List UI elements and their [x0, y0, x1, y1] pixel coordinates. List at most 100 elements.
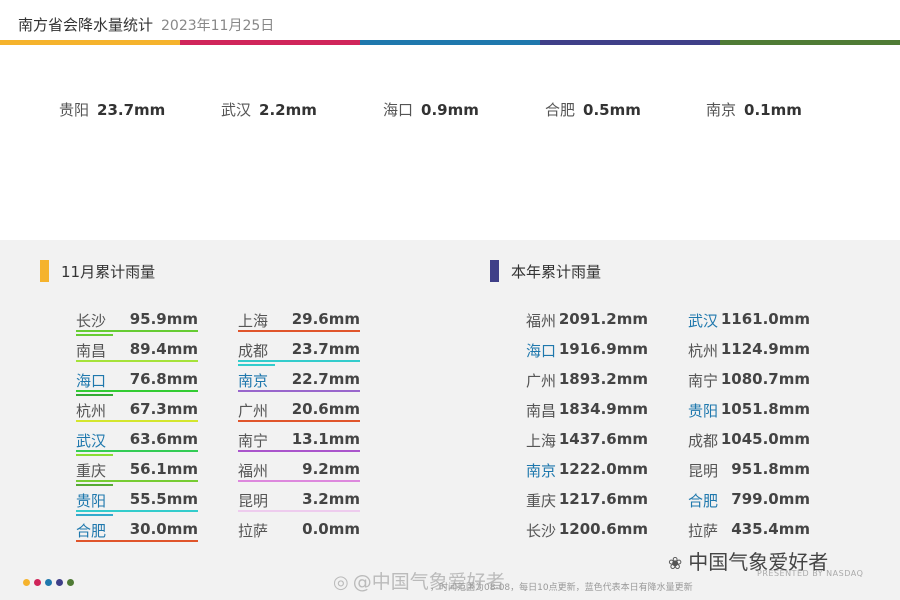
ranking-row: 南宁 13.1mm — [238, 430, 360, 454]
ranking-city: 拉萨 — [238, 522, 269, 540]
daily-item: 合肥 0.5mm — [545, 99, 641, 120]
color-bar-segment — [540, 40, 720, 45]
ranking-city: 南京 — [526, 462, 557, 480]
ranking-city: 昆明 — [238, 492, 269, 510]
ranking-value: 1200.6mm — [558, 520, 648, 538]
color-dot — [45, 579, 52, 586]
ranking-value: 9.2mm — [302, 460, 360, 478]
ranking-city: 昆明 — [688, 462, 719, 480]
ranking-underline — [76, 390, 198, 392]
ranking-value: 29.6mm — [291, 310, 360, 328]
november-marker — [40, 260, 49, 282]
page-title: 南方省会降水量统计 — [18, 16, 154, 34]
daily-city: 海口 — [383, 101, 414, 119]
ranking-underline — [238, 330, 360, 332]
color-dot — [34, 579, 41, 586]
ranking-row: 合肥 799.0mm — [688, 490, 810, 514]
ranking-value: 799.0mm — [731, 490, 810, 508]
ranking-city: 合肥 — [688, 492, 719, 510]
ranking-city: 南昌 — [76, 342, 107, 360]
ranking-value: 1217.6mm — [558, 490, 648, 508]
ranking-value: 1124.9mm — [720, 340, 810, 358]
ranking-value: 951.8mm — [731, 460, 810, 478]
ranking-city: 长沙 — [76, 312, 107, 330]
ranking-row: 昆明 951.8mm — [688, 460, 810, 484]
ranking-underline — [76, 334, 113, 336]
ranking-value: 23.7mm — [291, 340, 360, 358]
daily-city: 合肥 — [545, 101, 576, 119]
weibo-icon: ◎ — [333, 572, 349, 593]
ranking-row: 贵阳 1051.8mm — [688, 400, 810, 424]
ranking-underline — [238, 390, 360, 392]
stats-panel: 11月累计雨量 本年累计雨量 长沙 95.9mm 南昌 89.4mm 海口 76.8mm 杭… — [0, 240, 900, 600]
color-bar-segment — [360, 40, 540, 45]
daily-item: 海口 0.9mm — [383, 99, 479, 120]
year-marker — [490, 260, 499, 282]
ranking-value: 0.0mm — [302, 520, 360, 538]
ranking-value: 1893.2mm — [558, 370, 648, 388]
ranking-row: 成都 1045.0mm — [688, 430, 810, 454]
ranking-value: 1834.9mm — [558, 400, 648, 418]
ranking-row: 南昌 1834.9mm — [526, 400, 648, 424]
ranking-value: 2091.2mm — [558, 310, 648, 328]
year-title: 本年累计雨量 — [511, 262, 602, 281]
ranking-row: 武汉 63.6mm — [76, 430, 198, 456]
ranking-row: 拉萨 0.0mm — [238, 520, 360, 544]
ranking-underline — [76, 480, 198, 482]
daily-city: 贵阳 — [59, 101, 90, 119]
ranking-underline — [238, 420, 360, 422]
ranking-value: 30.0mm — [129, 520, 198, 538]
ranking-row: 杭州 1124.9mm — [688, 340, 810, 364]
ranking-city: 海口 — [526, 342, 557, 360]
daily-value: 0.5mm — [583, 101, 641, 119]
daily-item: 贵阳 23.7mm — [59, 99, 165, 120]
ranking-row: 重庆 56.1mm — [76, 460, 198, 486]
color-bar-segment — [720, 40, 900, 45]
ranking-underline — [238, 480, 360, 482]
ranking-row: 重庆 1217.6mm — [526, 490, 648, 514]
ranking-row: 成都 23.7mm — [238, 340, 360, 366]
ranking-row: 南昌 89.4mm — [76, 340, 198, 364]
ranking-underline — [76, 514, 113, 516]
ranking-row: 南京 22.7mm — [238, 370, 360, 394]
ranking-city: 杭州 — [76, 402, 107, 420]
ranking-underline — [76, 394, 113, 396]
ranking-value: 95.9mm — [129, 310, 198, 328]
ranking-underline — [76, 484, 113, 486]
ranking-city: 杭州 — [688, 342, 719, 360]
presented-by: PRESENTED BY NASDAQ — [757, 569, 864, 578]
ranking-city: 南昌 — [526, 402, 557, 420]
ranking-city: 南宁 — [238, 432, 269, 450]
ranking-row: 海口 1916.9mm — [526, 340, 648, 364]
ranking-city: 南京 — [238, 372, 269, 390]
ranking-row: 上海 1437.6mm — [526, 430, 648, 454]
ranking-underline — [238, 510, 360, 512]
ranking-value: 1916.9mm — [558, 340, 648, 358]
header: 南方省会降水量统计 2023年11月25日 — [18, 14, 274, 38]
november-header: 11月累计雨量 — [40, 260, 155, 282]
ranking-row: 长沙 1200.6mm — [526, 520, 648, 544]
color-bar-segment — [0, 40, 180, 45]
ranking-city: 广州 — [238, 402, 269, 420]
color-bar — [0, 40, 900, 45]
ranking-value: 56.1mm — [129, 460, 198, 478]
ranking-value: 76.8mm — [129, 370, 198, 388]
ranking-city: 福州 — [238, 462, 269, 480]
daily-value: 23.7mm — [97, 101, 166, 119]
ranking-underline — [76, 454, 113, 456]
ranking-city: 贵阳 — [76, 492, 107, 510]
daily-item: 南京 0.1mm — [706, 99, 802, 120]
ranking-row: 福州 9.2mm — [238, 460, 360, 484]
ranking-row: 拉萨 435.4mm — [688, 520, 810, 544]
ranking-underline — [76, 450, 198, 452]
ranking-city: 广州 — [526, 372, 557, 390]
november-title: 11月累计雨量 — [61, 262, 156, 281]
ranking-underline — [238, 450, 360, 452]
ranking-city: 福州 — [526, 312, 557, 330]
ranking-underline — [76, 360, 198, 362]
ranking-value: 1222.0mm — [558, 460, 648, 478]
ranking-underline — [238, 360, 360, 362]
ranking-row: 南宁 1080.7mm — [688, 370, 810, 394]
daily-city: 武汉 — [221, 101, 252, 119]
year-header: 本年累计雨量 — [490, 260, 601, 282]
